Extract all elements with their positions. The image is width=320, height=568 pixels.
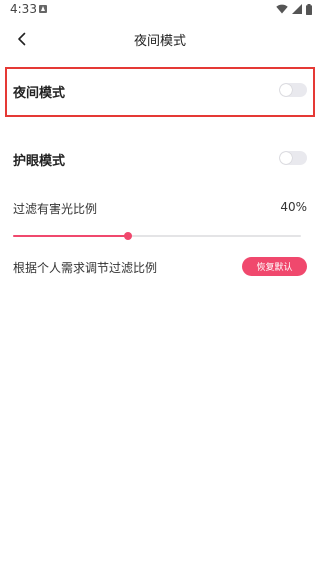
header: 夜间模式 [0,18,320,60]
status-bar: 4:33 [0,0,320,18]
status-icons [276,3,312,15]
wifi-icon [276,4,288,14]
slider-fill [13,235,129,237]
slider-thumb[interactable] [124,232,133,240]
filter-slider[interactable] [13,226,301,246]
notification-icon [39,5,47,13]
eye-care-label: 护眼模式 [13,154,66,169]
night-mode-toggle[interactable] [279,83,307,97]
filter-row: 过滤有害光比例 40% [0,198,320,218]
status-time: 4:33 [10,2,37,16]
adjust-label: 根据个人需求调节过滤比例 [13,261,158,275]
reset-default-button[interactable]: 恢复默认 [242,257,307,276]
page-title: 夜间模式 [133,34,186,49]
signal-icon [292,4,302,14]
eye-care-row: 护眼模式 [0,148,320,170]
filter-percent: 40% [280,200,307,214]
eye-care-toggle[interactable] [279,151,307,165]
battery-icon [306,3,312,15]
toggle-knob [280,84,292,96]
night-mode-label: 夜间模式 [13,86,66,101]
filter-label: 过滤有害光比例 [13,202,98,216]
toggle-knob [280,152,292,164]
night-mode-row: 夜间模式 [0,80,320,102]
